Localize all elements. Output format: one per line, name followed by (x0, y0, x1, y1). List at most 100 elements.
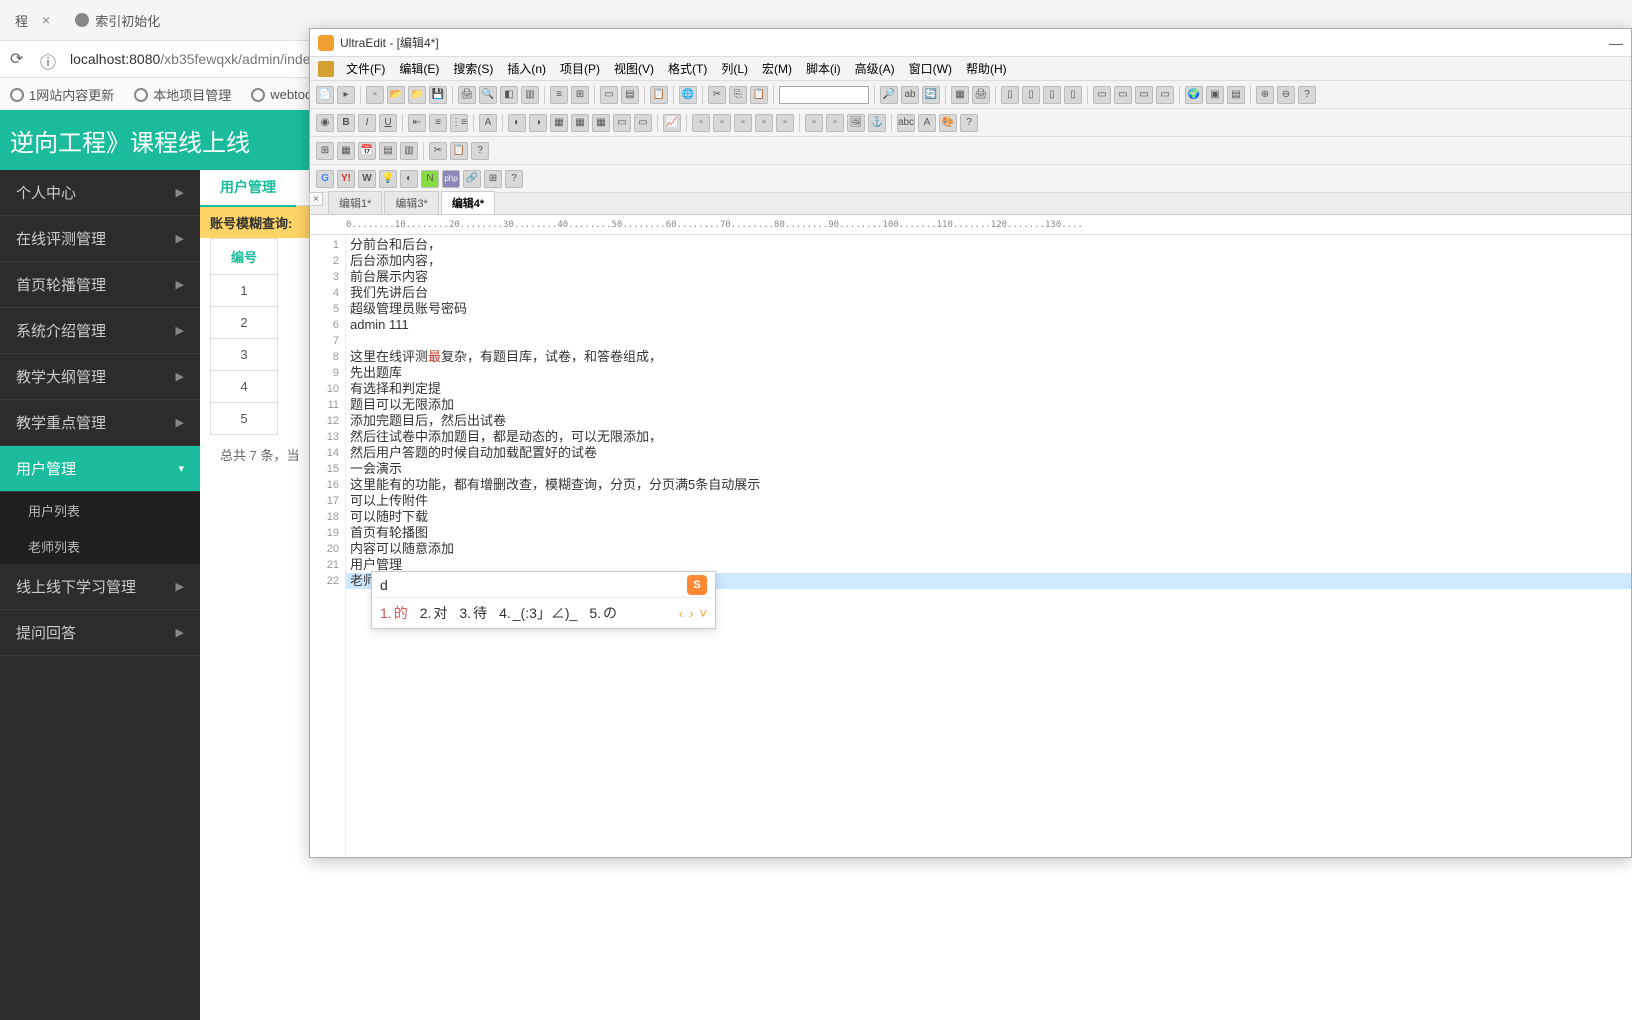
bold-icon[interactable]: B (337, 114, 355, 132)
help-icon[interactable]: ? (505, 170, 523, 188)
sidebar-item-users[interactable]: 用户管理▾ (0, 446, 200, 492)
ime-candidate[interactable]: 5.の (589, 603, 617, 623)
editor[interactable]: 12345678910111213141516171819202122 分前台和… (310, 235, 1631, 857)
tool-icon[interactable]: 📅 (358, 142, 376, 160)
help-icon[interactable]: ? (1298, 86, 1316, 104)
reload-icon[interactable]: ⟳ (10, 49, 30, 69)
menu-format[interactable]: 格式(T) (662, 58, 713, 79)
ime-next-icon[interactable]: › (689, 606, 693, 621)
print-icon[interactable]: 🖨 (972, 86, 990, 104)
menu-help[interactable]: 帮助(H) (960, 58, 1013, 79)
sidebar-sub-user-list[interactable]: 用户列表 (0, 492, 200, 528)
tool-icon[interactable]: 🌐 (679, 86, 697, 104)
tool-icon[interactable]: 📈 (663, 114, 681, 132)
tool-icon[interactable]: ≡ (550, 86, 568, 104)
tool-icon[interactable]: ▭ (1156, 86, 1174, 104)
yahoo-icon[interactable]: Y! (337, 170, 355, 188)
tool-icon[interactable]: 💡 (379, 170, 397, 188)
tool-icon[interactable]: ▫ (692, 114, 710, 132)
sidebar-item-learning[interactable]: 线上线下学习管理▶ (0, 564, 200, 610)
image-icon[interactable]: 🖼 (847, 114, 865, 132)
tool-icon[interactable]: 🔗 (463, 170, 481, 188)
tool-icon[interactable]: ▭ (1114, 86, 1132, 104)
tool-icon[interactable]: A (918, 114, 936, 132)
doc-icon[interactable]: ▫ (366, 86, 384, 104)
globe-icon[interactable]: 🌍 (1185, 86, 1203, 104)
sidebar-item-syllabus[interactable]: 教学大纲管理▶ (0, 354, 200, 400)
tool-icon[interactable]: ◐ (400, 170, 418, 188)
tool-icon[interactable]: ◧ (500, 86, 518, 104)
tool-icon[interactable]: ▭ (1093, 86, 1111, 104)
tool-icon[interactable]: ▦ (550, 114, 568, 132)
tool-icon[interactable]: 🔄 (922, 86, 940, 104)
tool-icon[interactable]: ab (901, 86, 919, 104)
save-icon[interactable]: 💾 (429, 86, 447, 104)
tool-icon[interactable]: ▫ (734, 114, 752, 132)
arrow-icon[interactable]: ▸ (337, 86, 355, 104)
tool-icon[interactable]: ▦ (592, 114, 610, 132)
ime-candidate[interactable]: 2.对 (420, 603, 448, 623)
content-tab-users[interactable]: 用户管理 (200, 169, 296, 207)
menu-insert[interactable]: 插入(n) (501, 58, 552, 79)
tool-icon[interactable]: ⊕ (1256, 86, 1274, 104)
tool-icon[interactable]: ▭ (600, 86, 618, 104)
menu-search[interactable]: 搜索(S) (447, 58, 499, 79)
tool-icon[interactable]: 🎨 (939, 114, 957, 132)
sidebar-item-qa[interactable]: 提问回答▶ (0, 610, 200, 656)
doc-tab-active[interactable]: 编辑4* (441, 191, 495, 214)
code-area[interactable]: 分前台和后台，后台添加内容，前台展示内容我们先讲后台超级管理员账号密码admin… (346, 235, 1631, 857)
tool-icon[interactable]: ▫ (755, 114, 773, 132)
tool-icon[interactable]: N (421, 170, 439, 188)
help-icon[interactable]: ? (960, 114, 978, 132)
table-row[interactable]: 4 (211, 371, 278, 403)
numbered-list-icon[interactable]: ⋮≡ (450, 114, 468, 132)
tool-icon[interactable]: ▤ (621, 86, 639, 104)
sidebar-item-carousel[interactable]: 首页轮播管理▶ (0, 262, 200, 308)
menu-project[interactable]: 项目(P) (554, 58, 606, 79)
sidebar-item-keypoints[interactable]: 教学重点管理▶ (0, 400, 200, 446)
table-row[interactable]: 2 (211, 307, 278, 339)
underline-icon[interactable]: U (379, 114, 397, 132)
outdent-icon[interactable]: ⇤ (408, 114, 426, 132)
close-all-icon[interactable]: × (309, 192, 323, 206)
browser-tab[interactable]: 程 × (5, 7, 60, 34)
new-icon[interactable]: 📄 (316, 86, 334, 104)
tool-icon[interactable]: ▯ (1022, 86, 1040, 104)
tool-icon[interactable]: ▫ (776, 114, 794, 132)
doc-tab[interactable]: 编辑3* (384, 191, 438, 214)
open-icon[interactable]: 📂 (387, 86, 405, 104)
tool-icon[interactable]: ◐ (508, 114, 526, 132)
folder-icon[interactable]: 📁 (408, 86, 426, 104)
tool-icon[interactable]: ▤ (1227, 86, 1245, 104)
table-row[interactable]: 1 (211, 275, 278, 307)
menu-macro[interactable]: 宏(M) (756, 58, 798, 79)
doc-tab[interactable]: 编辑1* (328, 191, 382, 214)
menu-column[interactable]: 列(L) (715, 58, 754, 79)
minimize-icon[interactable]: — (1609, 35, 1623, 51)
help-icon[interactable]: ? (471, 142, 489, 160)
tool-icon[interactable]: ▦ (337, 142, 355, 160)
menu-advanced[interactable]: 高级(A) (849, 58, 901, 79)
anchor-icon[interactable]: ⚓ (868, 114, 886, 132)
paste-icon[interactable]: 📋 (750, 86, 768, 104)
table-row[interactable]: 5 (211, 403, 278, 435)
ime-expand-icon[interactable]: ˅ (699, 606, 707, 621)
tool-icon[interactable]: ✂ (429, 142, 447, 160)
ime-prev-icon[interactable]: ‹ (679, 606, 683, 621)
ime-candidate[interactable]: 3.待 (459, 603, 487, 623)
bookmark-item[interactable]: 本地项目管理 (134, 85, 231, 104)
tool-icon[interactable]: ▫ (826, 114, 844, 132)
menu-file[interactable]: 文件(F) (340, 58, 391, 79)
bookmark-item[interactable]: 1网站内容更新 (10, 85, 114, 104)
search-input[interactable] (779, 86, 869, 104)
cut-icon[interactable]: ✂ (708, 86, 726, 104)
font-icon[interactable]: A (479, 114, 497, 132)
sidebar-item-profile[interactable]: 个人中心▶ (0, 170, 200, 216)
table-row[interactable]: 3 (211, 339, 278, 371)
tool-icon[interactable]: ⊞ (571, 86, 589, 104)
menu-window[interactable]: 窗口(W) (903, 58, 958, 79)
tool-icon[interactable]: 📋 (450, 142, 468, 160)
tool-icon[interactable]: ▦ (951, 86, 969, 104)
tool-icon[interactable]: ▣ (1206, 86, 1224, 104)
tool-icon[interactable]: ◑ (529, 114, 547, 132)
